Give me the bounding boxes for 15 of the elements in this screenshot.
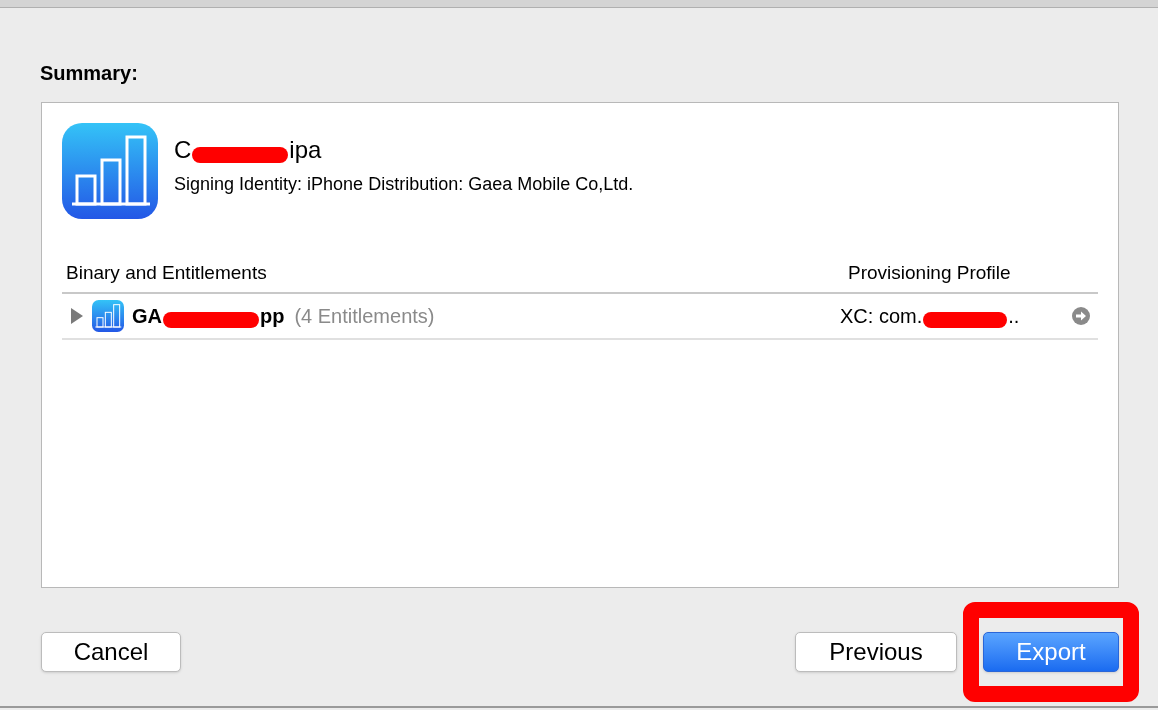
archive-name: C ipa bbox=[174, 135, 323, 165]
dialog-button[interactable]: Export bbox=[983, 632, 1119, 672]
entitlements-count: (4 Entitlements) bbox=[294, 303, 435, 329]
dialog-button[interactable]: Previous bbox=[795, 632, 957, 672]
column-header: Binary and Entitlements bbox=[66, 261, 268, 285]
summary-heading: Summary: bbox=[40, 61, 139, 86]
chart-app-icon bbox=[92, 299, 124, 332]
arrow-circle-icon[interactable] bbox=[1072, 306, 1090, 325]
chart-app-icon bbox=[62, 123, 158, 219]
dialog-button[interactable]: Cancel bbox=[41, 632, 181, 672]
disclosure-triangle-icon[interactable] bbox=[70, 307, 84, 324]
signing-identity: Signing Identity: iPhone Distribution: Gaea Mobile Co,Ltd. bbox=[174, 173, 634, 196]
binary-name: GA pp bbox=[132, 303, 285, 331]
profile-name: XC: com. .. bbox=[840, 303, 1020, 331]
column-header: Provisioning Profile bbox=[848, 261, 1012, 285]
